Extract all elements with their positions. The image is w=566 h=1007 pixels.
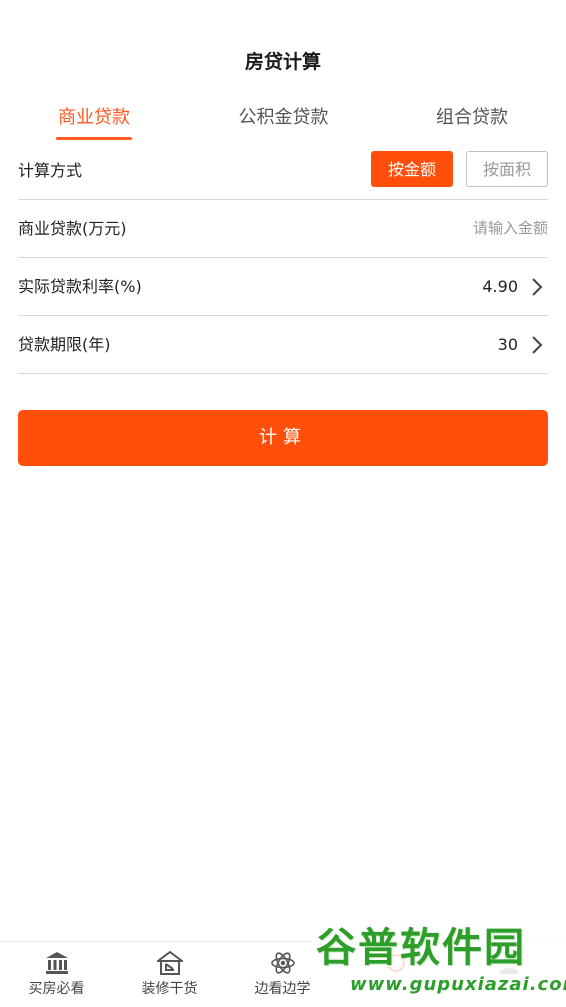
tab-commercial-loan[interactable]: 商业贷款 — [56, 96, 132, 140]
interest-rate-label: 实际贷款利率(%) — [18, 277, 142, 296]
bank-icon — [46, 952, 68, 974]
nav-label: 装修干货 — [141, 981, 198, 997]
nav-label: 买房必看 — [28, 981, 85, 997]
nav-item-buying-guide[interactable]: 买房必看 — [0, 942, 113, 1007]
loan-term-row[interactable]: 贷款期限(年) 30 — [18, 316, 548, 374]
interest-rate-row[interactable]: 实际贷款利率(%) 4.90 — [18, 258, 548, 316]
calc-method-label: 计算方式 — [18, 161, 83, 180]
watermark: 谷普软件园 www.gupuxiazai.com — [310, 916, 566, 1006]
chevron-right-icon — [532, 336, 543, 354]
page-title: 房贷计算 — [244, 51, 321, 73]
loan-amount-input[interactable] — [348, 214, 548, 242]
atom-icon — [271, 952, 295, 974]
loan-amount-label: 商业贷款(万元) — [18, 219, 127, 238]
loan-term-value: 30 — [497, 335, 518, 354]
calculate-button[interactable]: 计算 — [18, 410, 548, 466]
house-icon — [157, 950, 183, 975]
watermark-url: www.gupuxiazai.com — [350, 974, 566, 995]
interest-rate-value: 4.90 — [482, 277, 518, 296]
nav-item-decoration[interactable]: 装修干货 — [113, 942, 226, 1007]
loan-type-tabs: 商业贷款 公积金贷款 组合贷款 — [0, 96, 566, 144]
chevron-right-icon — [532, 278, 543, 296]
tab-provident-fund-loan[interactable]: 公积金贷款 — [236, 96, 331, 140]
calc-method-row: 计算方式 按金额 按面积 — [18, 142, 548, 200]
loan-amount-row: 商业贷款(万元) — [18, 200, 548, 258]
loan-term-label: 贷款期限(年) — [18, 335, 111, 354]
watermark-logo-text: 谷普软件园 — [316, 925, 526, 971]
tab-combined-loan[interactable]: 组合贷款 — [434, 96, 510, 140]
by-amount-button[interactable]: 按金额 — [371, 151, 453, 187]
by-area-button[interactable]: 按面积 — [466, 151, 548, 187]
